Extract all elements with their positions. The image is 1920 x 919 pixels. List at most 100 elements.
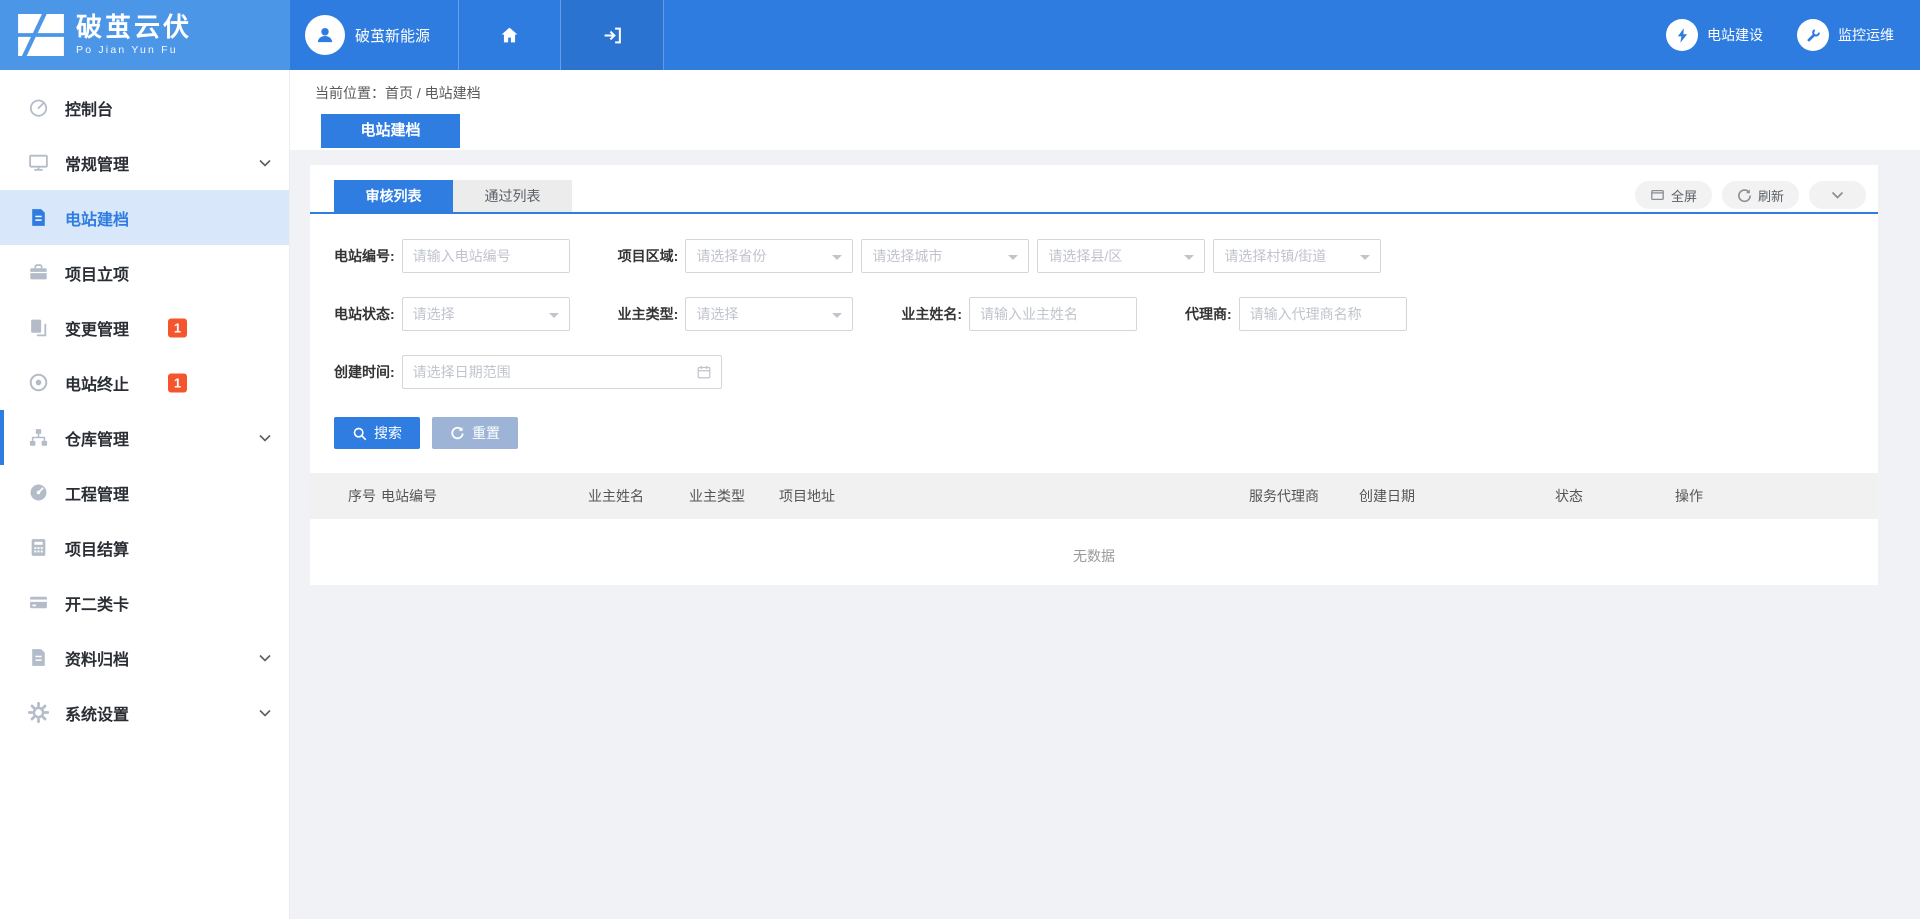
sidebar-item-label: 电站终止	[65, 371, 129, 395]
sidebar-item-general-mgmt[interactable]: 常规管理	[0, 135, 289, 190]
col-status: 状态	[1555, 486, 1675, 506]
reset-button[interactable]: 重置	[432, 417, 518, 449]
caret-down-icon	[1184, 255, 1194, 265]
col-actions: 操作	[1675, 486, 1878, 506]
region-label: 项目区域:	[618, 246, 679, 266]
date-range-input[interactable]	[403, 364, 696, 380]
refresh-button[interactable]: 刷新	[1722, 181, 1799, 209]
sidebar-item-change-mgmt[interactable]: 变更管理 1	[0, 300, 289, 355]
logout-icon	[602, 25, 623, 46]
breadcrumb: 当前位置：首页 / 电站建档	[290, 83, 1920, 103]
dashboard-icon	[27, 97, 49, 119]
tab-review-list[interactable]: 审核列表	[334, 180, 453, 212]
owner-name-label: 业主姓名:	[901, 304, 962, 324]
sidebar-item-warehouse-mgmt[interactable]: 仓库管理	[0, 410, 289, 465]
sidebar-item-data-archive[interactable]: 资料归档	[0, 630, 289, 685]
fullscreen-label: 全屏	[1671, 186, 1697, 205]
logout-button[interactable]	[561, 0, 664, 70]
logo-subtitle: Po Jian Yun Fu	[76, 45, 192, 56]
calendar-icon	[696, 364, 712, 380]
logo-title: 破茧云伏	[76, 14, 192, 41]
col-owner-name: 业主姓名	[588, 486, 689, 506]
gauge-icon	[27, 482, 49, 504]
chevron-down-icon	[259, 159, 271, 167]
agent-input[interactable]	[1239, 297, 1407, 331]
home-button[interactable]	[459, 0, 561, 70]
sidebar-item-label: 控制台	[65, 96, 113, 120]
county-select-value: 请选择县/区	[1048, 246, 1122, 266]
owner-type-label: 业主类型:	[618, 304, 679, 324]
lightning-icon	[1674, 27, 1691, 44]
sidebar-item-label: 项目立项	[65, 261, 129, 285]
app-logo: 破茧云伏 Po Jian Yun Fu	[0, 0, 290, 70]
breadcrumb-bar: 当前位置：首页 / 电站建档 电站建档	[290, 70, 1920, 150]
owner-type-value: 请选择	[696, 304, 738, 324]
city-select[interactable]: 请选择城市	[861, 239, 1029, 273]
tabs-row: 审核列表 通过列表 全屏	[310, 165, 1878, 214]
station-no-input[interactable]	[402, 239, 570, 273]
sidebar-item-engineering-mgmt[interactable]: 工程管理	[0, 465, 289, 520]
province-select[interactable]: 请选择省份	[685, 239, 853, 273]
owner-name-input[interactable]	[969, 297, 1137, 331]
tab-passed-list[interactable]: 通过列表	[453, 180, 572, 212]
station-status-select[interactable]: 请选择	[402, 297, 570, 331]
card-icon	[27, 592, 49, 614]
sidebar-item-label: 项目结算	[65, 536, 129, 560]
sidebar-item-station-filing[interactable]: 电站建档	[0, 190, 289, 245]
filter-actions: 搜索 重置	[310, 415, 1878, 449]
sidebar-item-label: 仓库管理	[65, 426, 129, 450]
logo-icon	[18, 14, 64, 56]
caret-down-icon	[1008, 255, 1018, 265]
sidebar-item-project-settlement[interactable]: 项目结算	[0, 520, 289, 575]
nav-station-build[interactable]: 电站建设	[1666, 19, 1763, 51]
col-owner-type: 业主类型	[689, 486, 779, 506]
notification-badge: 1	[168, 318, 187, 337]
top-bar: 破茧云伏 Po Jian Yun Fu 破茧新能源	[0, 0, 1920, 70]
county-select[interactable]: 请选择县/区	[1037, 239, 1205, 273]
calculator-icon	[27, 537, 49, 559]
user-icon	[314, 24, 336, 46]
content-area: 审核列表 通过列表 全屏	[290, 150, 1920, 919]
table-header-row: 序号 电站编号 业主姓名 业主类型 项目地址 服务代理商 创建日期 状态 操作	[310, 473, 1878, 519]
sidebar-item-label: 资料归档	[65, 646, 129, 670]
page-tab-station-filing[interactable]: 电站建档	[321, 114, 460, 148]
sidebar-item-system-settings[interactable]: 系统设置	[0, 685, 289, 740]
home-icon	[499, 25, 520, 46]
sidebar-item-open-class2-card[interactable]: 开二类卡	[0, 575, 289, 630]
chevron-down-icon	[259, 654, 271, 662]
chevron-down-icon	[1831, 191, 1844, 199]
sidebar-item-label: 电站建档	[65, 206, 129, 230]
sidebar-item-station-termination[interactable]: 电站终止 1	[0, 355, 289, 410]
date-range-picker[interactable]	[402, 355, 722, 389]
nav-monitor-ops[interactable]: 监控运维	[1797, 19, 1894, 51]
nav-monitor-ops-label: 监控运维	[1838, 25, 1894, 45]
city-select-value: 请选择城市	[872, 246, 942, 266]
main-area: 当前位置：首页 / 电站建档 电站建档 审核列表 通过列表 全屏	[290, 70, 1920, 919]
sidebar-item-project-initiation[interactable]: 项目立项	[0, 245, 289, 300]
caret-down-icon	[1360, 255, 1370, 265]
archive-doc-icon	[27, 647, 49, 669]
col-index: 序号	[348, 486, 381, 506]
wrench-icon	[1805, 27, 1822, 44]
user-menu[interactable]: 破茧新能源	[290, 0, 459, 70]
sidebar-item-label: 系统设置	[65, 701, 129, 725]
document-icon	[27, 207, 49, 229]
sidebar-item-label: 变更管理	[65, 316, 129, 340]
search-button[interactable]: 搜索	[334, 417, 420, 449]
sidebar-item-label: 开二类卡	[65, 591, 129, 615]
owner-type-select[interactable]: 请选择	[685, 297, 853, 331]
sitemap-icon	[27, 427, 49, 449]
sidebar-item-label: 常规管理	[65, 151, 129, 175]
station-status-label: 电站状态:	[334, 304, 395, 324]
target-icon	[27, 372, 49, 394]
collapse-button[interactable]	[1809, 181, 1866, 209]
fullscreen-button[interactable]: 全屏	[1635, 181, 1712, 209]
briefcase-icon	[27, 262, 49, 284]
notification-badge: 1	[168, 373, 187, 392]
sidebar-item-console[interactable]: 控制台	[0, 80, 289, 135]
chevron-down-icon	[259, 709, 271, 717]
town-select[interactable]: 请选择村镇/街道	[1213, 239, 1381, 273]
empty-state: 无数据	[310, 519, 1878, 592]
sidebar: 控制台 常规管理 电站建档	[0, 70, 290, 919]
refresh-icon	[1737, 188, 1752, 203]
